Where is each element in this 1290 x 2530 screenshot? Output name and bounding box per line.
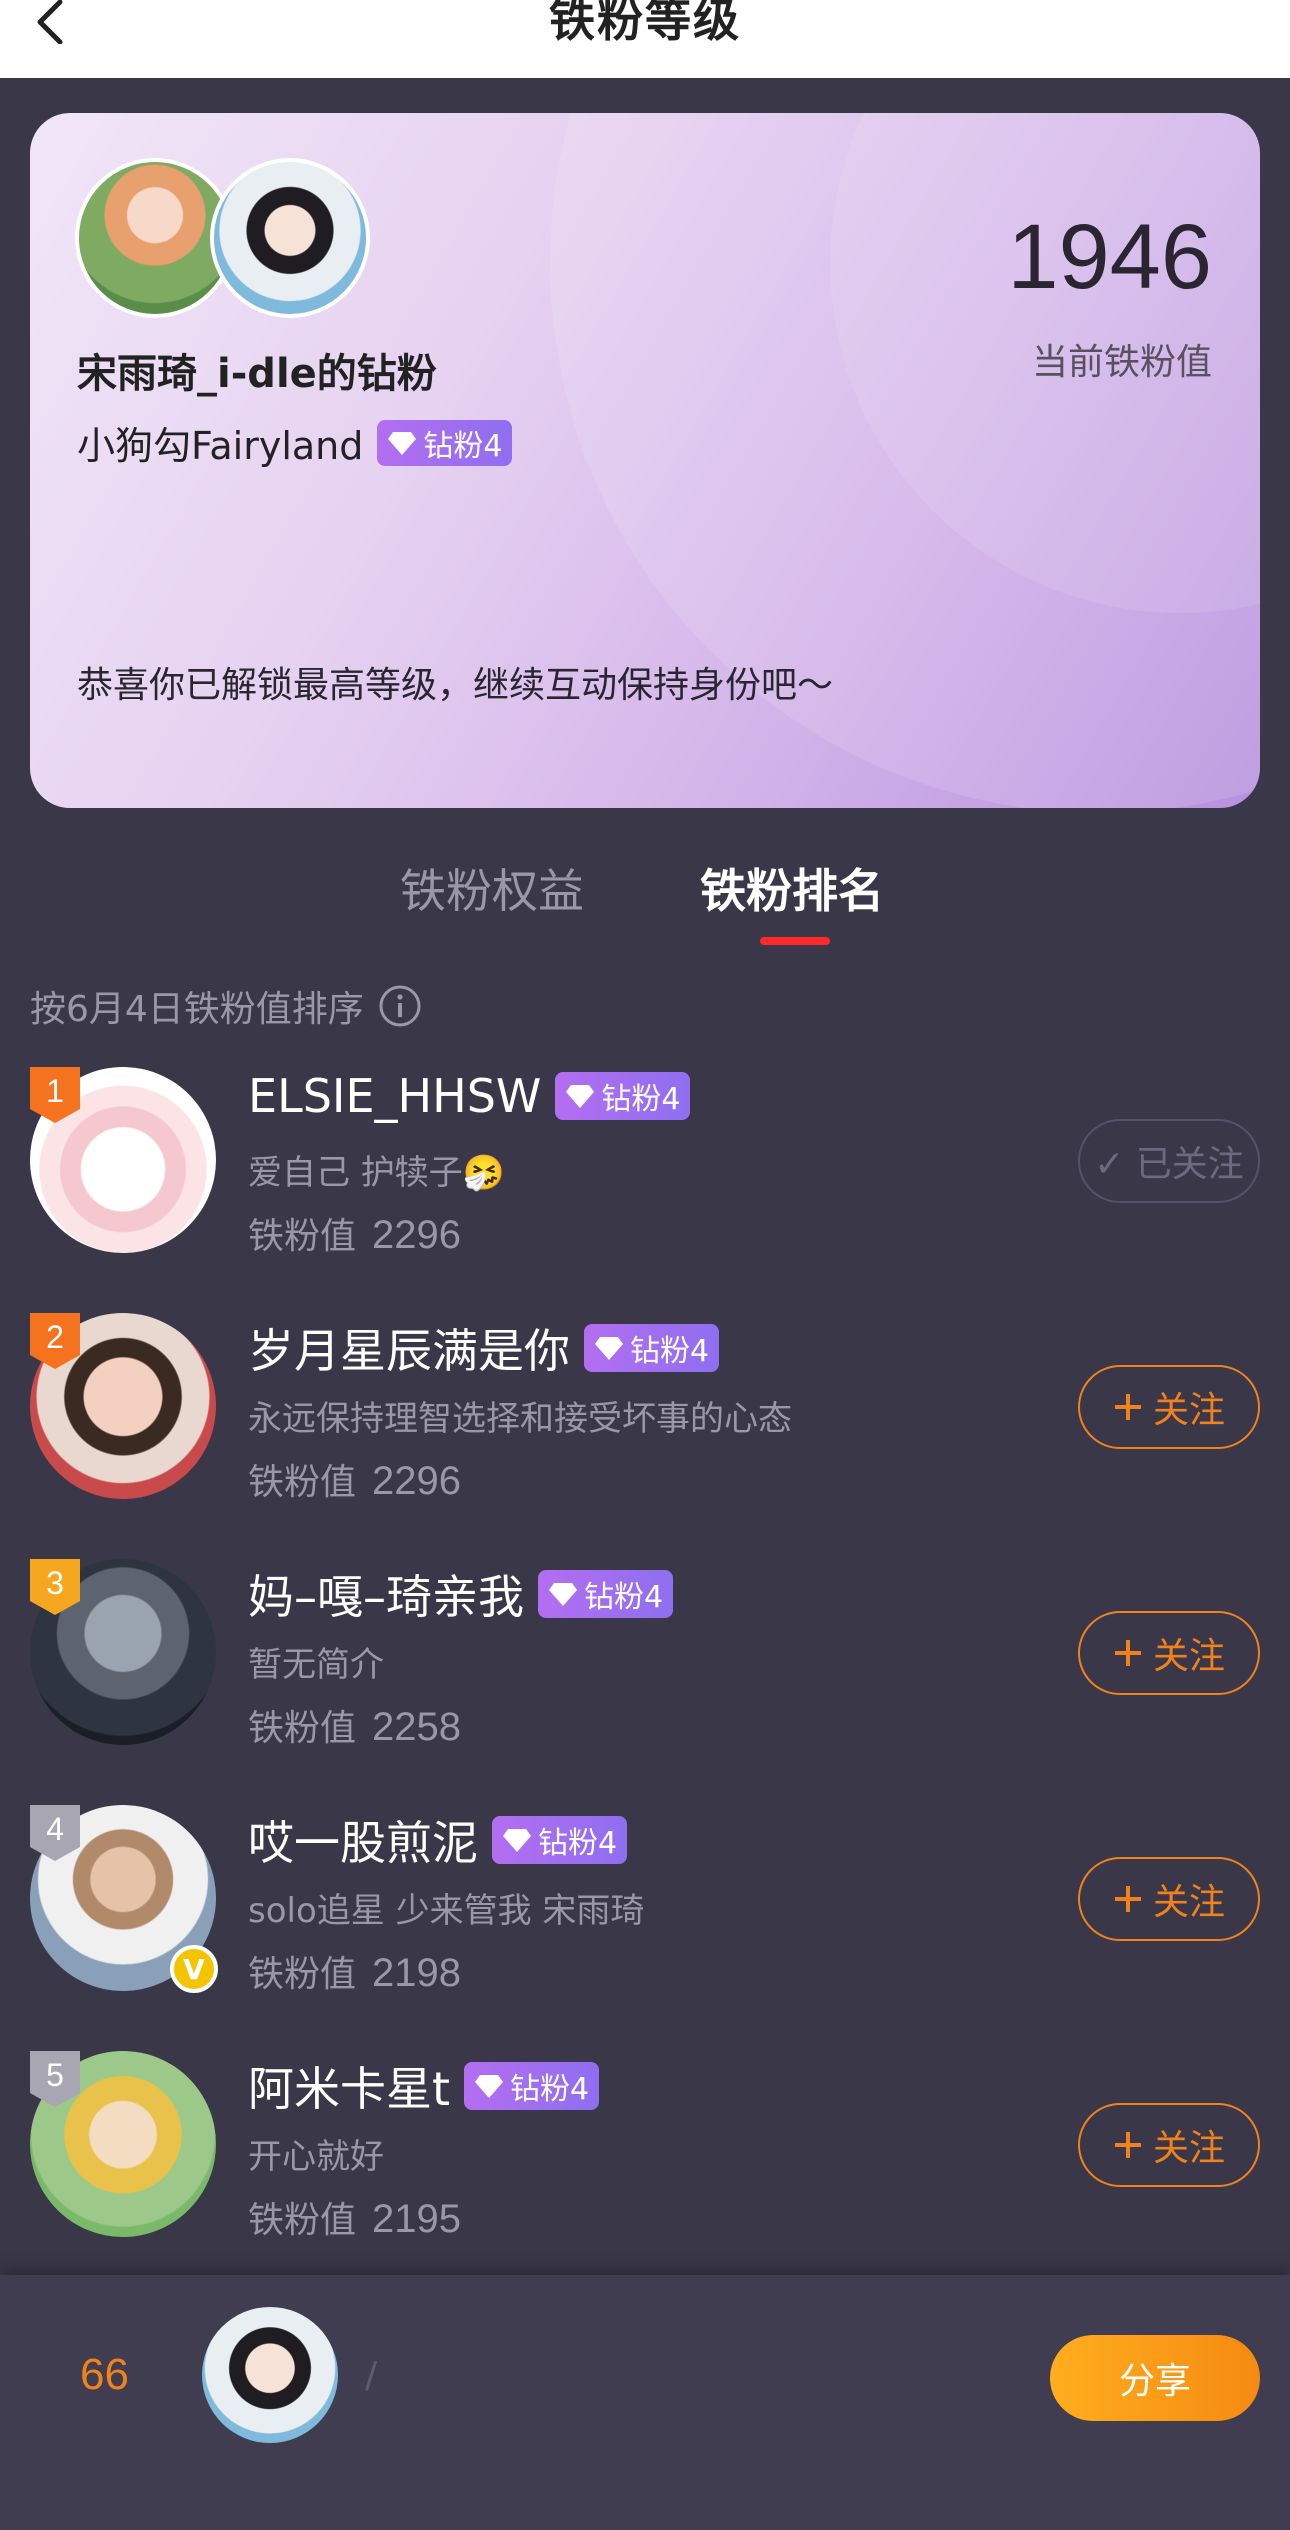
follow-label: 关注 <box>1152 1636 1225 1677</box>
active-tab-indicator <box>760 937 830 945</box>
diamond-icon <box>388 431 417 455</box>
fan-name-line: 阿米卡星t 钻粉4 <box>248 2053 600 2119</box>
sort-label: 按6月4日铁粉值排序 <box>30 989 364 1030</box>
tab-fan-ranking[interactable]: 铁粉排名 <box>700 855 884 921</box>
fan-badge-label: 钻粉4 <box>584 1580 664 1615</box>
user-name: 小狗勾Fairyland <box>77 424 364 468</box>
fan-value-label: 铁粉值 <box>248 1954 357 1995</box>
fan-name-line: 妈–嘎–琦亲我 钻粉4 <box>248 1561 674 1627</box>
fan-bio: 开心就好 <box>248 2137 384 2177</box>
fan-value: 铁粉值 2258 <box>248 1699 461 1751</box>
fan-value-label: 铁粉值 <box>248 1708 357 1749</box>
verified-badge: V <box>170 1945 218 1993</box>
fan-value-label: 铁粉值 <box>248 1216 357 1257</box>
ranking-row-4[interactable]: V 4 哎一股煎泥 钻粉4 solo追星 少来管我 宋雨琦 铁粉值 2198 关注 <box>0 1805 1290 2025</box>
fan-badge: 钻粉4 <box>584 1324 720 1372</box>
my-rank-bar: 66 / 分享 <box>0 2275 1290 2530</box>
plus-icon <box>1114 1886 1141 1912</box>
diamond-icon <box>549 1583 577 1606</box>
plus-icon <box>1114 2132 1141 2158</box>
fan-value: 铁粉值 2198 <box>248 1945 461 1997</box>
fan-name-line: 哎一股煎泥 钻粉4 <box>248 1807 628 1873</box>
user-line: 小狗勾Fairyland 钻粉4 <box>77 415 513 470</box>
fan-value-number: 2258 <box>372 1705 461 1749</box>
fan-value: 铁粉值 2296 <box>248 1207 461 1259</box>
diamond-icon <box>566 1085 595 1108</box>
plus-icon <box>1114 1394 1141 1420</box>
ranking-row-5[interactable]: 5 阿米卡星t 钻粉4 开心就好 铁粉值 2195 关注 <box>0 2051 1290 2271</box>
followed-button[interactable]: ✓ 已关注 <box>1078 1119 1260 1203</box>
tab-fan-rights[interactable]: 铁粉权益 <box>400 855 584 921</box>
diamond-icon <box>475 2075 504 2098</box>
share-button[interactable]: 分享 <box>1050 2335 1260 2421</box>
diamond-icon <box>503 1829 531 1852</box>
fan-bio: 爱自己 护犊子🤧 <box>248 1153 506 1193</box>
fan-value-label: 铁粉值 <box>248 1462 357 1503</box>
fan-badge-label: 钻粉4 <box>510 2072 590 2107</box>
fan-name: 哎一股煎泥 <box>248 1816 478 1870</box>
fan-level-card: 宋雨琦_i-dle的钻粉 小狗勾Fairyland 钻粉4 1946 当前铁粉值… <box>30 113 1260 808</box>
fan-name: 阿米卡星t <box>248 2062 451 2116</box>
fan-name-line: 岁月星辰满是你 钻粉4 <box>248 1315 720 1381</box>
fan-value: 铁粉值 2296 <box>248 1453 461 1505</box>
fan-bio: 永远保持理智选择和接受坏事的心态 <box>248 1399 792 1439</box>
fan-badge-label: 钻粉4 <box>630 1334 710 1369</box>
my-rank-number: 66 <box>80 2350 129 2399</box>
rank-number: 3 <box>46 1565 64 1601</box>
user-avatar[interactable] <box>210 158 370 318</box>
fan-bio: solo追星 少来管我 宋雨琦 <box>248 1891 645 1931</box>
info-icon[interactable] <box>378 984 422 1028</box>
fan-bio: 暂无简介 <box>248 1645 384 1685</box>
fan-value-number: 2296 <box>372 1459 461 1503</box>
fan-name: ELSIE_HHSW <box>248 1069 542 1123</box>
ranking-row-1[interactable]: 1 ELSIE_HHSW 钻粉4 爱自己 护犊子🤧 铁粉值 2296 ✓ 已关注 <box>0 1067 1290 1287</box>
congrats-text: 恭喜你已解锁最高等级，继续互动保持身份吧～ <box>77 665 834 706</box>
fan-value-number: 2198 <box>372 1951 461 1995</box>
my-name: / <box>365 2355 378 2396</box>
fan-title: 宋雨琦_i-dle的钻粉 <box>77 351 437 397</box>
fan-badge: 钻粉4 <box>538 1570 674 1618</box>
tab-bar: 铁粉权益 铁粉排名 <box>0 855 1290 945</box>
sort-line: 按6月4日铁粉值排序 <box>30 980 422 1032</box>
rank-number: 5 <box>46 2057 64 2093</box>
rank-number: 1 <box>46 1073 64 1109</box>
fan-score-label: 当前铁粉值 <box>1031 342 1212 383</box>
follow-button[interactable]: 关注 <box>1078 1611 1260 1695</box>
follow-label: 关注 <box>1152 1882 1225 1923</box>
fan-value-label: 铁粉值 <box>248 2200 357 2241</box>
fan-name: 妈–嘎–琦亲我 <box>248 1570 524 1624</box>
rank-number: 4 <box>46 1811 64 1847</box>
fan-name-line: ELSIE_HHSW 钻粉4 <box>248 1069 691 1123</box>
fan-name: 岁月星辰满是你 <box>248 1324 570 1378</box>
ranking-row-2[interactable]: 2 岁月星辰满是你 钻粉4 永远保持理智选择和接受坏事的心态 铁粉值 2296 关… <box>0 1313 1290 1533</box>
fan-badge: 钻粉4 <box>555 1072 691 1120</box>
fan-badge: 钻粉4 <box>464 2062 600 2110</box>
rank-number: 2 <box>46 1319 64 1355</box>
fan-value-number: 2195 <box>372 2197 461 2241</box>
my-avatar[interactable] <box>202 2307 338 2443</box>
fan-badge: 钻粉4 <box>377 419 513 466</box>
fan-score: 1946 <box>1007 206 1212 308</box>
fan-value: 铁粉值 2195 <box>248 2191 461 2243</box>
fan-badge: 钻粉4 <box>492 1816 628 1864</box>
ranking-row-3[interactable]: 3 妈–嘎–琦亲我 钻粉4 暂无简介 铁粉值 2258 关注 <box>0 1559 1290 1779</box>
page-title: 铁粉等级 <box>549 0 741 47</box>
fan-badge-label: 钻粉4 <box>423 428 503 464</box>
fan-badge-label: 钻粉4 <box>538 1826 618 1861</box>
follow-label: 关注 <box>1152 1390 1225 1431</box>
follow-button[interactable]: 关注 <box>1078 1365 1260 1449</box>
diamond-icon <box>595 1337 623 1360</box>
plus-icon <box>1114 1640 1141 1666</box>
fan-badge-label: 钻粉4 <box>601 1082 681 1117</box>
top-bar: 铁粉等级 <box>0 0 1290 78</box>
follow-label: 关注 <box>1152 2128 1225 2169</box>
fan-value-number: 2296 <box>372 1213 461 1257</box>
follow-button[interactable]: 关注 <box>1078 2103 1260 2187</box>
follow-button[interactable]: 关注 <box>1078 1857 1260 1941</box>
